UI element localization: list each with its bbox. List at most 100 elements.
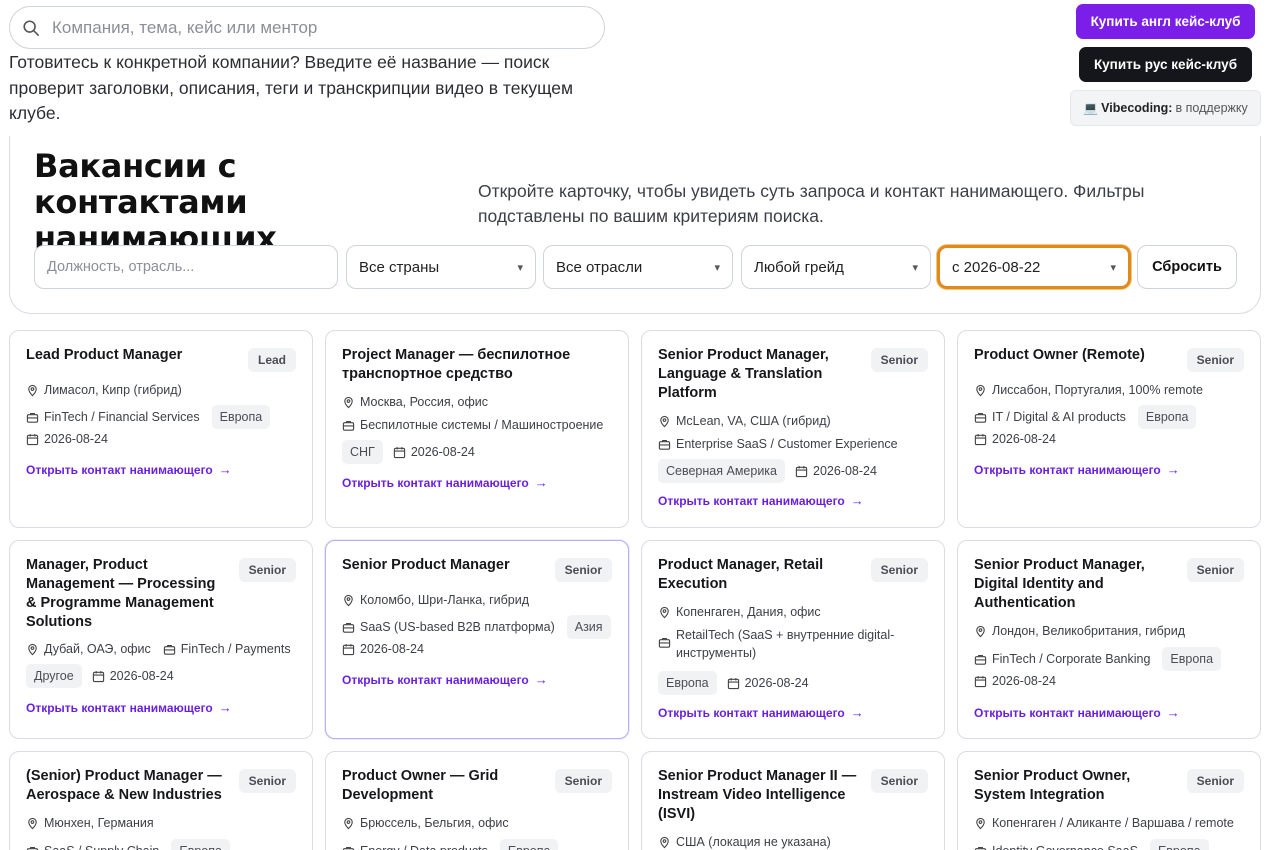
industry-text: FinTech / Corporate Banking	[992, 652, 1151, 666]
briefcase-icon	[26, 412, 39, 423]
location-text: Москва, Россия, офис	[360, 395, 489, 409]
open-contact-link[interactable]: Открыть контакт нанимающего →	[974, 705, 1180, 720]
region-chip: Европа	[171, 839, 230, 850]
location-pin-icon	[660, 606, 669, 618]
location-pin-icon	[28, 817, 37, 829]
industry-text: Enterprise SaaS / Customer Experience	[676, 437, 898, 451]
buy-rus-club-button[interactable]: Купить рус кейс-клуб	[1079, 47, 1252, 82]
vacancy-card[interactable]: Manager, Product Management — Processing…	[9, 540, 313, 739]
open-contact-label: Открыть контакт нанимающего	[658, 705, 845, 720]
vacancy-card[interactable]: (Senior) Product Manager — Aerospace & N…	[9, 751, 313, 850]
location-text: Дубай, ОАЭ, офис	[44, 642, 151, 656]
arrow-right-icon: →	[1166, 705, 1180, 720]
location-row: McLean, VA, США (гибрид)	[658, 412, 831, 430]
vacancy-card[interactable]: Senior Product Owner, System Integration…	[957, 751, 1261, 850]
role-filter-input[interactable]: Должность, отрасль...	[34, 245, 338, 289]
date-row: Северная Америка 2026-08-24	[658, 459, 877, 483]
open-contact-link[interactable]: Открыть контакт нанимающего →	[26, 700, 232, 715]
calendar-icon	[393, 446, 405, 458]
vacancy-title: Manager, Product Management — Processing…	[26, 557, 216, 630]
chevron-down-icon: ▾	[1110, 261, 1116, 274]
industry-text: Identity Governance SaaS	[992, 842, 1138, 850]
chevron-down-icon: ▾	[912, 261, 918, 274]
vacancy-title: Senior Product Owner, System Integration	[974, 768, 1131, 803]
vacancy-card[interactable]: Product Owner (Remote) Senior Лиссабон, …	[957, 330, 1261, 528]
vacancy-card[interactable]: Senior Product Manager, Language & Trans…	[641, 330, 945, 528]
calendar-icon	[795, 465, 808, 477]
vacancy-card[interactable]: Senior Product Manager Senior Коломбо, Ш…	[325, 540, 629, 739]
vacancy-card[interactable]: Senior Product Manager, Digital Identity…	[957, 540, 1261, 739]
search-input[interactable]	[52, 17, 572, 38]
industry-row: Energy / Data products Европа	[342, 839, 559, 850]
location-text: Коломбо, Шри-Ланка, гибрид	[360, 593, 530, 607]
arrow-right-icon: →	[850, 493, 864, 508]
briefcase-icon	[26, 846, 39, 850]
industry-text: SaaS (US-based B2B платформа)	[360, 620, 555, 634]
open-contact-link[interactable]: Открыть контакт нанимающего →	[342, 672, 548, 687]
region-chip: Азия	[566, 615, 611, 639]
calendar-icon	[974, 433, 987, 445]
location-pin-icon	[344, 396, 353, 408]
vacancy-card[interactable]: Project Manager — беспилотное транспортн…	[325, 330, 629, 528]
grade-select-value: Любой грейд	[754, 258, 844, 276]
date-row: 2026-08-24	[974, 672, 1056, 690]
date-text: 2026-08-24	[410, 445, 475, 459]
location-text: США (локация не указана)	[676, 835, 831, 849]
chevron-down-icon: ▾	[517, 261, 523, 274]
region-chip: Европа	[1149, 839, 1209, 850]
vacancy-card[interactable]: Lead Product Manager Lead Лимасол, Кипр …	[9, 330, 313, 528]
open-contact-link[interactable]: Открыть контакт нанимающего →	[658, 705, 864, 720]
buy-eng-club-button[interactable]: Купить англ кейс-клуб	[1076, 4, 1255, 39]
vacancy-title: Lead Product Manager	[26, 347, 183, 363]
open-contact-label: Открыть контакт нанимающего	[974, 705, 1161, 720]
vacancy-title: Product Owner (Remote)	[974, 347, 1145, 363]
arrow-right-icon: →	[218, 462, 232, 477]
vacancy-title: Senior Product Manager II — Instream Vid…	[658, 768, 857, 822]
date-row: Другое 2026-08-24	[26, 664, 174, 688]
location-pin-icon	[660, 836, 669, 848]
country-select[interactable]: Все страны ▾	[346, 245, 536, 289]
grade-select[interactable]: Любой грейд ▾	[741, 245, 931, 289]
vibecoding-support-button[interactable]: 💻 Vibecoding: в поддержку	[1070, 90, 1261, 126]
open-contact-link[interactable]: Открыть контакт нанимающего →	[974, 462, 1180, 477]
region-chip: Европа	[1137, 405, 1197, 429]
open-contact-label: Открыть контакт нанимающего	[974, 462, 1161, 477]
industry-select[interactable]: Все отрасли ▾	[543, 245, 733, 289]
reset-filters-button[interactable]: Сбросить	[1137, 245, 1237, 289]
date-select[interactable]: с 2026-08-22 ▾	[937, 245, 1131, 289]
industry-row: Беспилотные системы / Машиностроение	[342, 416, 603, 434]
location-text: Лондон, Великобритания, гибрид	[992, 624, 1186, 638]
computer-icon: 💻	[1083, 101, 1099, 115]
open-contact-link[interactable]: Открыть контакт нанимающего →	[658, 493, 864, 508]
search-box[interactable]	[9, 6, 605, 49]
open-contact-link[interactable]: Открыть контакт нанимающего →	[26, 462, 232, 477]
location-row: США (локация не указана)	[658, 833, 831, 850]
location-text: Брюссель, Бельгия, офис	[360, 816, 509, 830]
vibecoding-label: Vibecoding:	[1101, 101, 1173, 115]
grade-badge: Senior	[1186, 558, 1244, 582]
location-pin-icon	[344, 594, 353, 606]
chevron-down-icon: ▾	[714, 261, 720, 274]
date-text: 2026-08-24	[992, 432, 1056, 446]
industry-row: FinTech / Financial Services Европа	[26, 405, 271, 429]
vacancy-card[interactable]: Product Owner — Grid Development Senior …	[325, 751, 629, 850]
location-row: Дубай, ОАЭ, офис FinTech / Payments	[26, 640, 291, 658]
page-title: Вакансии с контактами нанимающих	[34, 147, 277, 257]
grade-badge: Senior	[870, 348, 928, 372]
arrow-right-icon: →	[1166, 462, 1180, 477]
open-contact-link[interactable]: Открыть контакт нанимающего →	[342, 475, 548, 490]
vacancy-card[interactable]: Senior Product Manager II — Instream Vid…	[641, 751, 945, 850]
grade-badge: Senior	[870, 558, 928, 582]
date-row: 2026-08-24	[26, 430, 108, 448]
industry-text: Беспилотные системы / Машиностроение	[360, 418, 604, 432]
vacancy-title: Senior Product Manager, Digital Identity…	[974, 557, 1145, 611]
briefcase-icon	[342, 622, 355, 633]
date-text: 2026-08-24	[44, 432, 108, 446]
region-chip: Европа	[1162, 647, 1222, 671]
vacancy-card[interactable]: Product Manager, Retail Execution Senior…	[641, 540, 945, 739]
location-row: Лондон, Великобритания, гибрид	[974, 622, 1185, 640]
location-text: Мюнхен, Германия	[44, 816, 154, 830]
vacancy-title: (Senior) Product Manager — Aerospace & N…	[26, 768, 222, 803]
region-chip: Европа	[499, 839, 559, 850]
open-contact-label: Открыть контакт нанимающего	[26, 700, 213, 715]
